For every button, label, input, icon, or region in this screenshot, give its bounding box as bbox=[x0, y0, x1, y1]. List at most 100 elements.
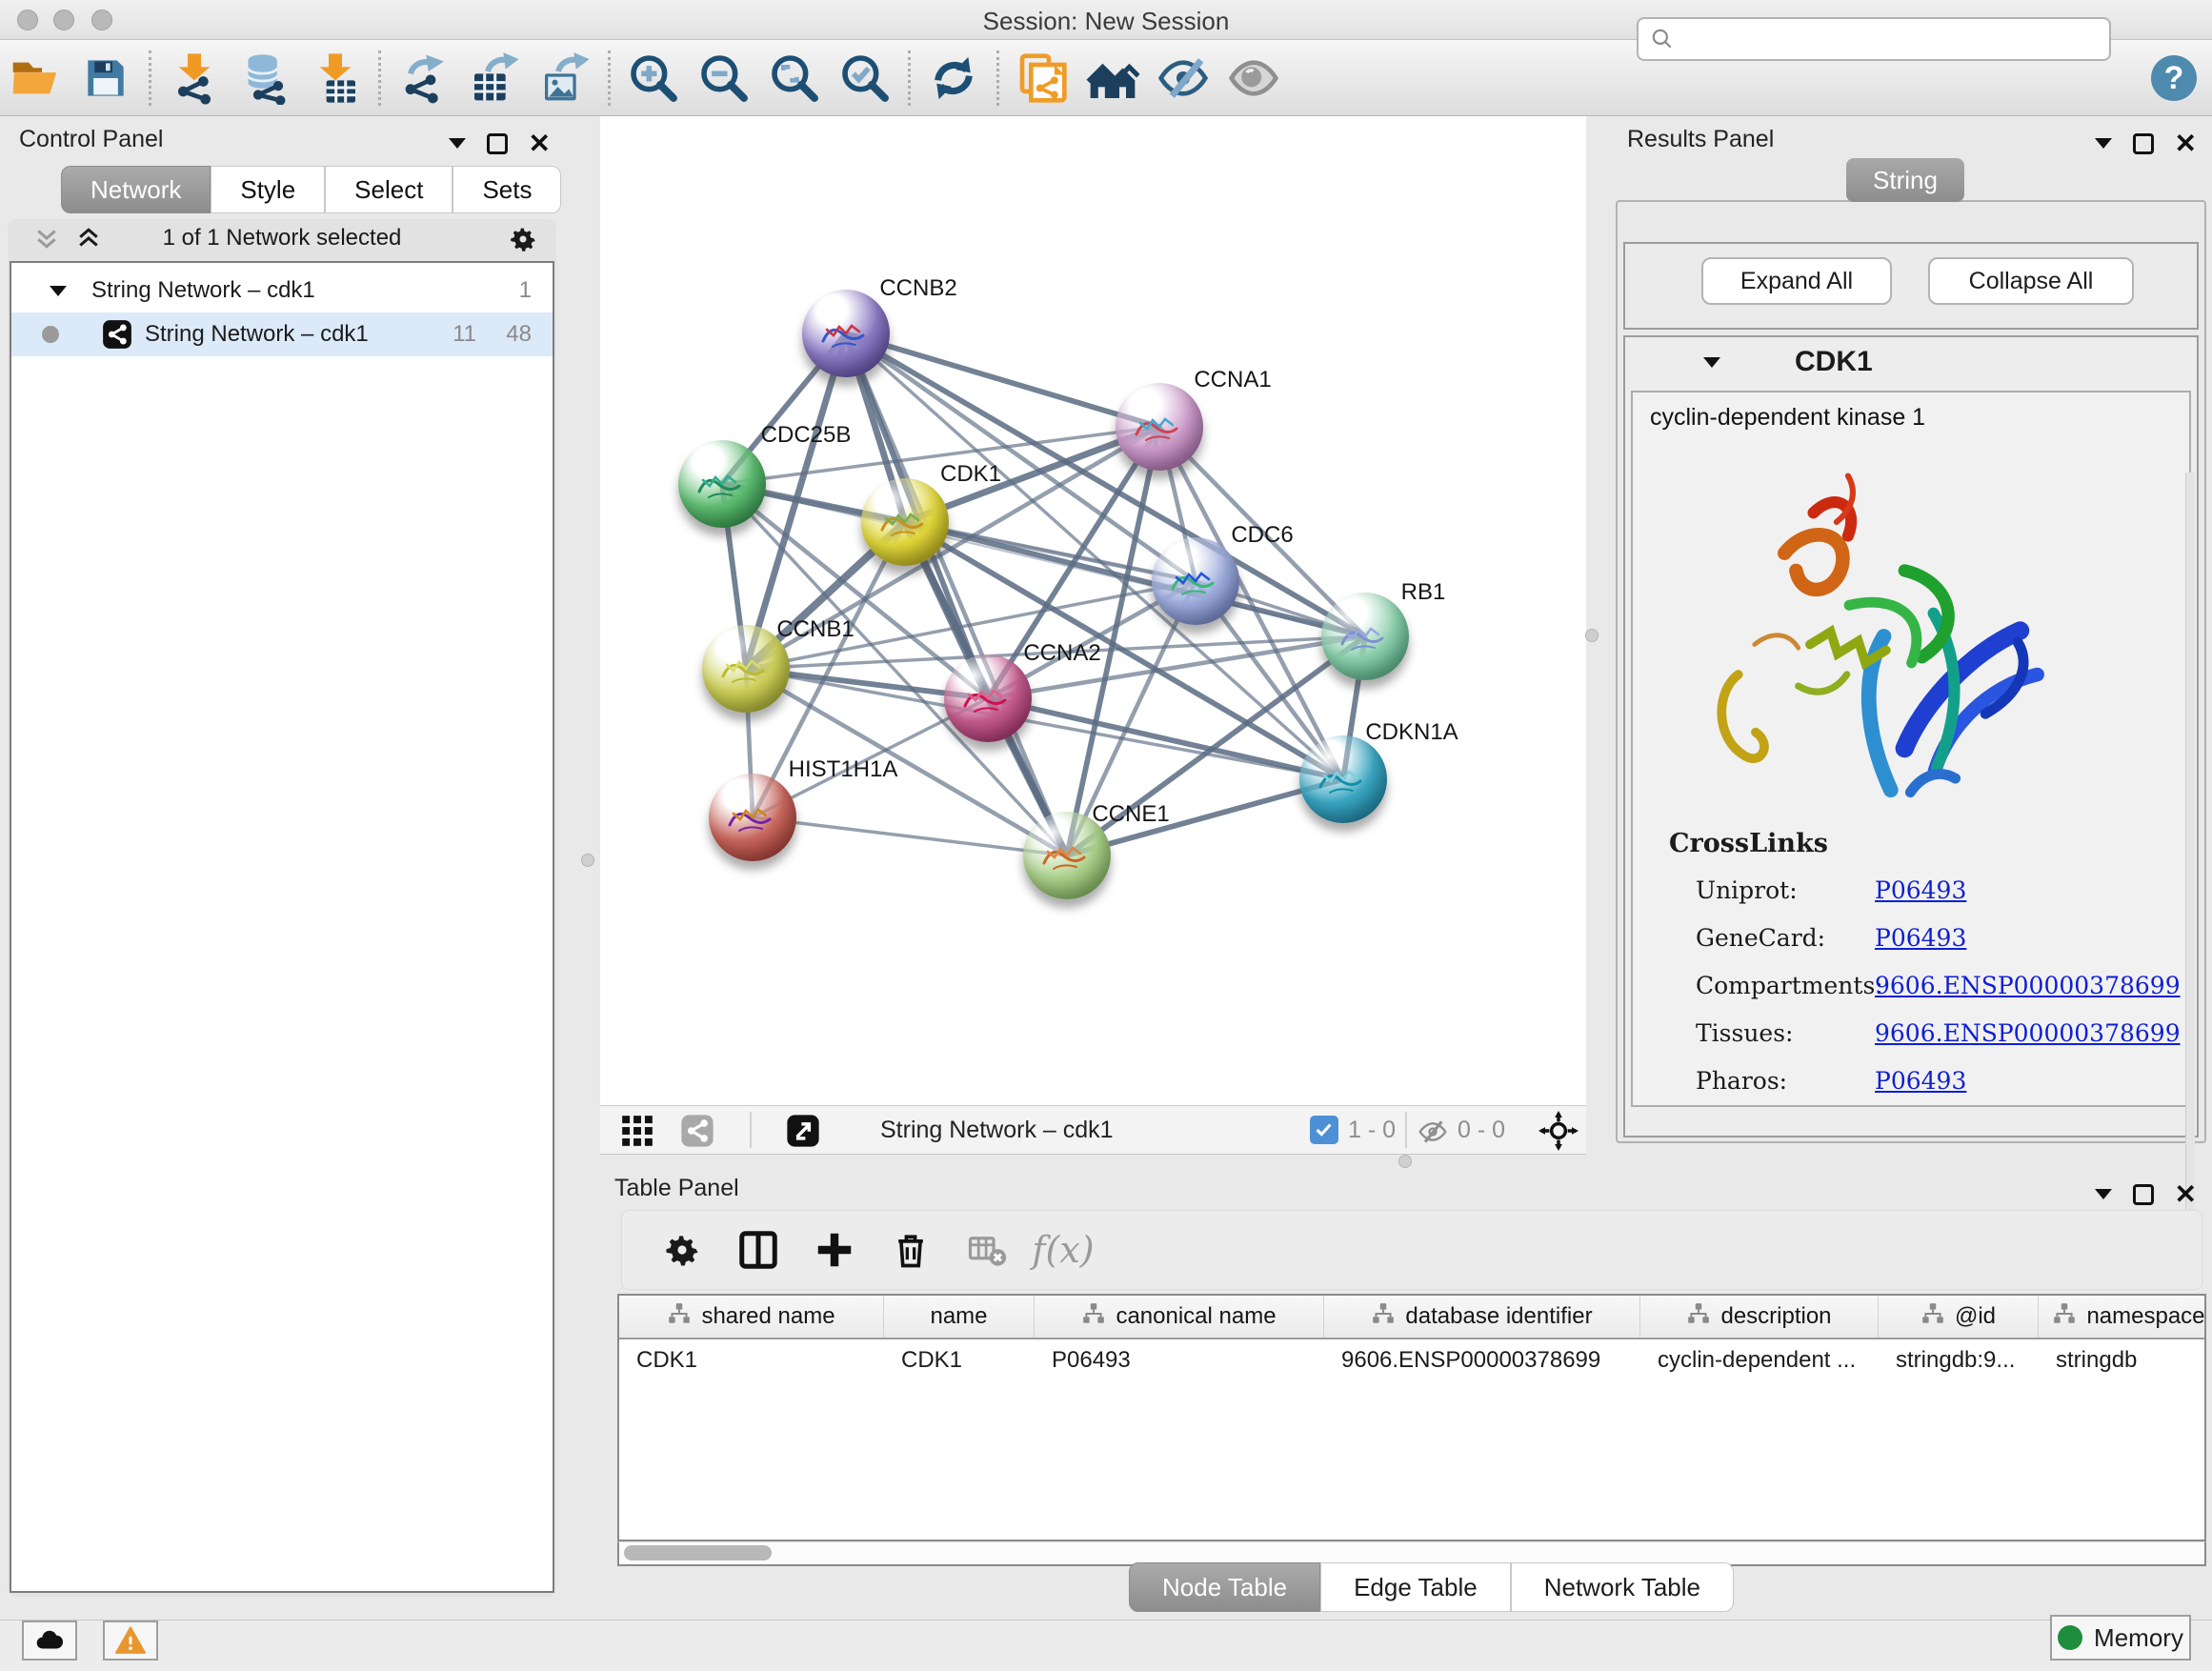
table-cell[interactable]: P06493 bbox=[1035, 1339, 1324, 1381]
table-settings-gear-icon[interactable] bbox=[656, 1224, 708, 1276]
close-panel-icon[interactable]: ✕ bbox=[2175, 1178, 2197, 1210]
network-node-ccna1[interactable] bbox=[1116, 383, 1203, 471]
column-header-namespace[interactable]: namespace bbox=[2039, 1296, 2206, 1338]
birds-eye-icon[interactable] bbox=[1538, 1111, 1579, 1151]
crosslink-link[interactable]: 9606.ENSP00000378699 bbox=[1875, 972, 2181, 999]
zoom-fit-icon[interactable] bbox=[759, 48, 830, 109]
float-panel-icon[interactable] bbox=[487, 133, 508, 154]
network-edge[interactable] bbox=[753, 817, 1067, 856]
tab-network[interactable]: Network bbox=[61, 166, 211, 213]
network-collection-row[interactable]: String Network – cdk1 1 bbox=[11, 269, 553, 312]
collapse-entry-icon[interactable] bbox=[1703, 357, 1720, 368]
close-panel-icon[interactable]: ✕ bbox=[2175, 128, 2197, 159]
table-cell[interactable]: stringdb bbox=[2039, 1339, 2206, 1381]
selected-nodes-checkbox[interactable] bbox=[1310, 1116, 1338, 1144]
home-icon[interactable] bbox=[1077, 48, 1148, 109]
column-header-canonical-name[interactable]: canonical name bbox=[1035, 1296, 1324, 1338]
zoom-selected-icon[interactable] bbox=[830, 48, 900, 109]
crosslink-link[interactable]: P06493 bbox=[1875, 876, 1966, 904]
left-splitter-handle[interactable] bbox=[581, 854, 594, 867]
scrollbar-thumb[interactable] bbox=[624, 1545, 772, 1560]
import-table-file-icon[interactable] bbox=[300, 48, 371, 109]
network-node-cdk1[interactable] bbox=[861, 478, 949, 566]
control-panel-tabs: Network Style Select Sets bbox=[61, 166, 561, 213]
tab-select[interactable]: Select bbox=[325, 166, 452, 213]
protein-structure-image bbox=[1671, 446, 2081, 827]
crosslink-link[interactable]: P06493 bbox=[1875, 1067, 1966, 1095]
expand-all-button[interactable]: Expand All bbox=[1701, 257, 1892, 305]
open-file-icon[interactable] bbox=[0, 48, 70, 109]
panel-menu-icon[interactable] bbox=[2095, 1189, 2112, 1199]
crosslink-link[interactable]: P06493 bbox=[1875, 924, 1966, 952]
detach-view-icon[interactable] bbox=[785, 1113, 821, 1149]
results-panel: Results Panel ✕ String Expand All Collap… bbox=[1595, 116, 2212, 1155]
zoom-out-icon[interactable] bbox=[689, 48, 759, 109]
export-image-icon[interactable] bbox=[530, 48, 600, 109]
network-node-cdc25b[interactable] bbox=[678, 440, 766, 528]
tab-string[interactable]: String bbox=[1846, 158, 1964, 202]
zoom-in-icon[interactable] bbox=[618, 48, 689, 109]
network-node-ccnb2[interactable] bbox=[802, 290, 890, 377]
network-node-rb1[interactable] bbox=[1321, 593, 1409, 680]
collection-count: 1 bbox=[519, 277, 532, 304]
tab-sets[interactable]: Sets bbox=[452, 166, 561, 213]
export-table-icon[interactable] bbox=[459, 48, 530, 109]
results-scrollbar[interactable] bbox=[2185, 473, 2195, 1271]
table-cell[interactable]: CDK1 bbox=[884, 1339, 1035, 1381]
table-cell[interactable]: stringdb:9... bbox=[1879, 1339, 2039, 1381]
column-header-name[interactable]: name bbox=[884, 1296, 1035, 1338]
warnings-button[interactable] bbox=[103, 1621, 158, 1661]
network-node-hist1h1a[interactable] bbox=[709, 774, 796, 861]
search-input[interactable] bbox=[1675, 26, 2084, 52]
memory-button[interactable]: Memory bbox=[2050, 1615, 2191, 1661]
show-details-icon[interactable] bbox=[1218, 48, 1289, 109]
column-header-shared-name[interactable]: shared name bbox=[619, 1296, 884, 1338]
export-network-icon[interactable] bbox=[389, 48, 459, 109]
help-button[interactable]: ? bbox=[2151, 55, 2197, 101]
network-edge[interactable] bbox=[846, 333, 1159, 427]
cloud-button[interactable] bbox=[22, 1621, 77, 1661]
delete-table-icon[interactable] bbox=[961, 1224, 1013, 1276]
crosslink-link[interactable]: 9606.ENSP00000378699 bbox=[1875, 1019, 2181, 1047]
network-node-ccna2[interactable] bbox=[944, 654, 1032, 742]
search-field[interactable] bbox=[1637, 17, 2111, 61]
save-session-icon[interactable] bbox=[70, 48, 141, 109]
float-panel-icon[interactable] bbox=[2133, 1184, 2154, 1205]
import-network-file-icon[interactable] bbox=[159, 48, 230, 109]
collapse-all-button[interactable]: Collapse All bbox=[1928, 257, 2134, 305]
tab-node-table[interactable]: Node Table bbox=[1129, 1562, 1320, 1612]
hidden-eye-icon[interactable] bbox=[1416, 1117, 1450, 1147]
tab-network-table[interactable]: Network Table bbox=[1511, 1562, 1734, 1612]
add-column-icon[interactable] bbox=[809, 1224, 860, 1276]
network-node-cdc6[interactable] bbox=[1152, 537, 1239, 625]
function-builder-icon[interactable]: f(x) bbox=[1037, 1224, 1089, 1276]
column-header-database-identifier[interactable]: database identifier bbox=[1324, 1296, 1640, 1338]
delete-column-icon[interactable] bbox=[885, 1224, 936, 1276]
network-row[interactable]: String Network – cdk1 11 48 bbox=[11, 312, 553, 356]
horizontal-splitter-handle[interactable] bbox=[1398, 1155, 1412, 1168]
table-cell[interactable]: CDK1 bbox=[619, 1339, 884, 1381]
tab-style[interactable]: Style bbox=[211, 166, 325, 213]
show-columns-icon[interactable] bbox=[733, 1224, 784, 1276]
tab-edge-table[interactable]: Edge Table bbox=[1320, 1562, 1511, 1612]
tree-expander-icon[interactable] bbox=[50, 286, 67, 296]
panel-menu-icon[interactable] bbox=[449, 138, 466, 149]
network-node-cdkn1a[interactable] bbox=[1299, 735, 1387, 823]
network-canvas[interactable]: CCNB2 CCNA1 CDC25B CDK1 CDC6 RB1 bbox=[600, 116, 1586, 1105]
table-cell[interactable]: 9606.ENSP00000378699 bbox=[1324, 1339, 1640, 1381]
column-header-description[interactable]: description bbox=[1640, 1296, 1879, 1338]
network-view-icon[interactable] bbox=[679, 1113, 715, 1149]
gear-icon[interactable] bbox=[507, 223, 539, 255]
table-cell[interactable]: cyclin-dependent ... bbox=[1640, 1339, 1879, 1381]
grid-view-icon[interactable] bbox=[619, 1113, 655, 1149]
apply-layout-icon[interactable] bbox=[918, 48, 989, 109]
hide-details-icon[interactable] bbox=[1148, 48, 1218, 109]
node-label: CCNB1 bbox=[776, 616, 854, 643]
column-header--id[interactable]: @id bbox=[1879, 1296, 2039, 1338]
close-panel-icon[interactable]: ✕ bbox=[529, 128, 551, 159]
protein-ribbon-thumbnail bbox=[875, 497, 934, 547]
float-panel-icon[interactable] bbox=[2133, 133, 2154, 154]
import-network-database-icon[interactable] bbox=[230, 48, 300, 109]
share-session-icon[interactable] bbox=[1007, 48, 1077, 109]
panel-menu-icon[interactable] bbox=[2095, 138, 2112, 149]
